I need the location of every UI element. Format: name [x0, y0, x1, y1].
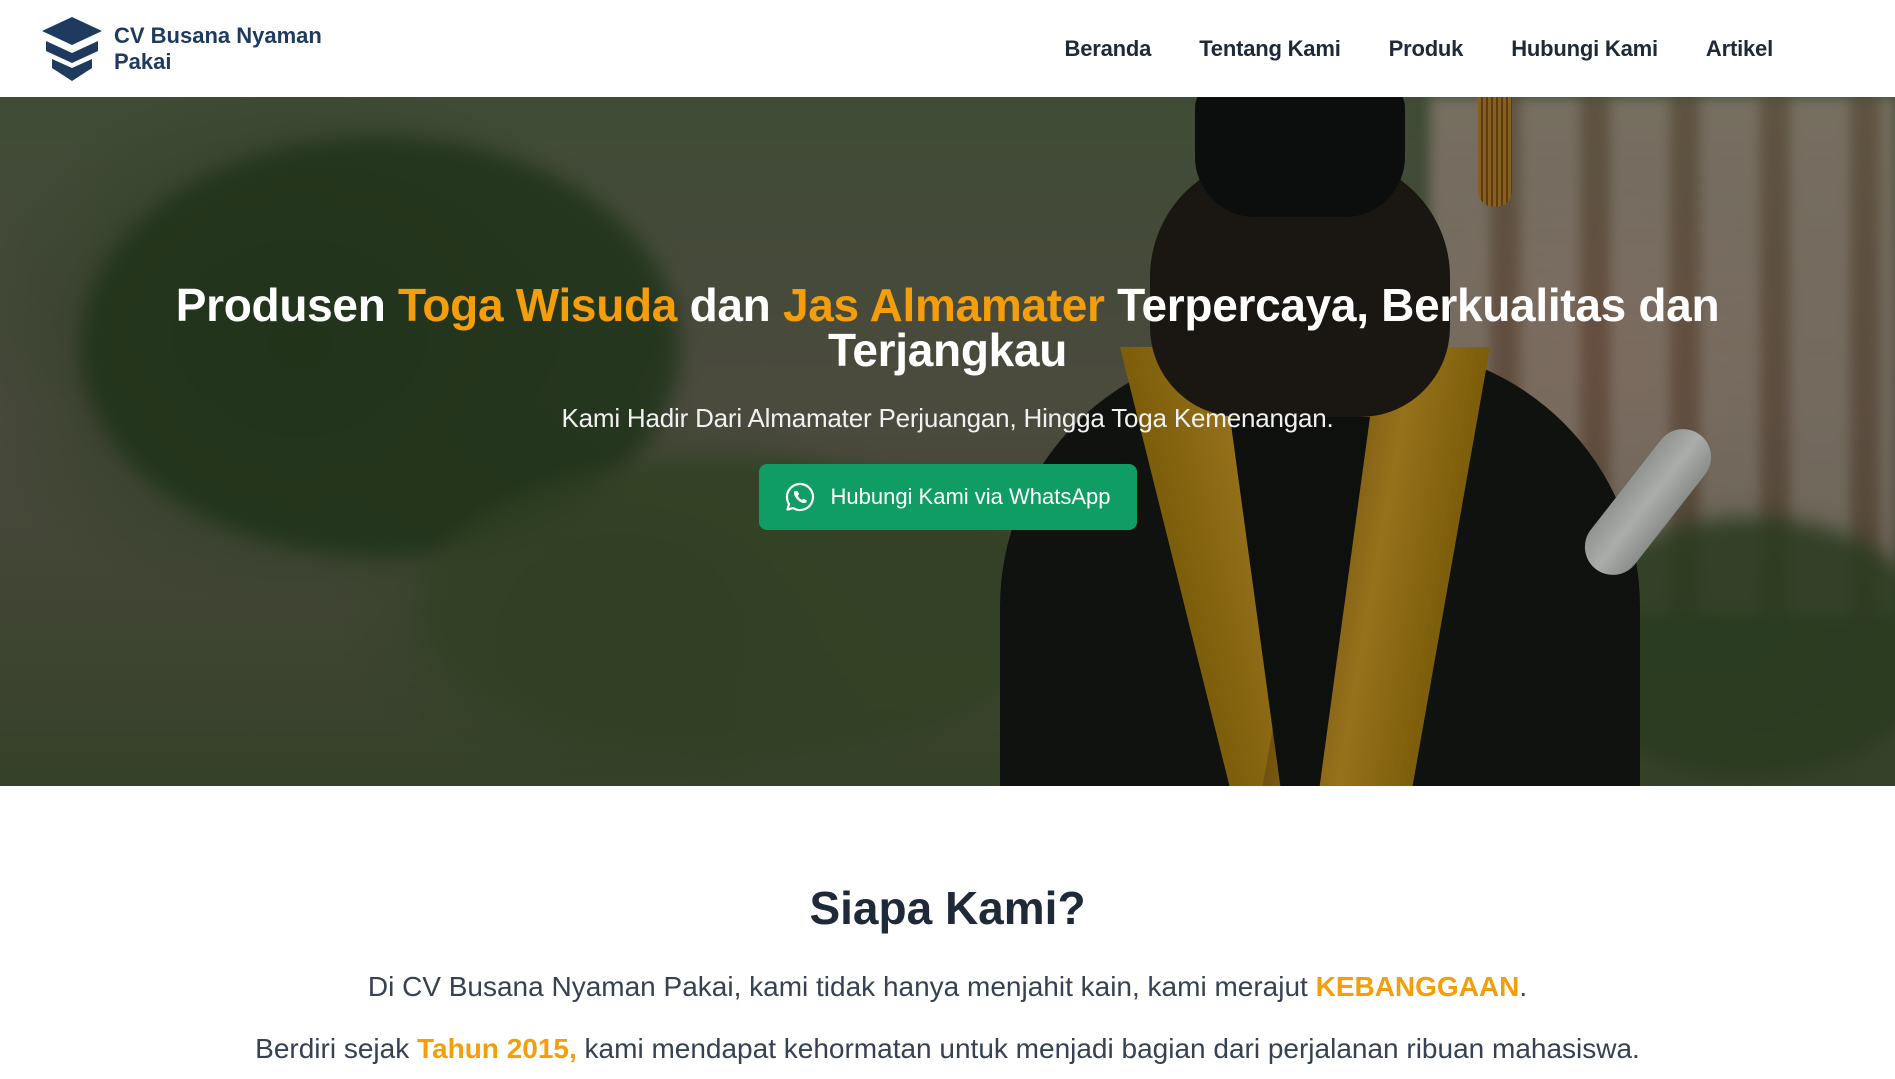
nav-item-hubungi-kami[interactable]: Hubungi Kami: [1511, 36, 1658, 62]
hero-title-part: Produsen: [175, 279, 398, 331]
hero-subtitle: Kami Hadir Dari Almamater Perjuangan, Hi…: [561, 403, 1334, 433]
hero-title-part: dan: [677, 279, 783, 331]
whatsapp-cta-label: Hubungi Kami via WhatsApp: [830, 484, 1111, 509]
about-text: kami mendapat kehormatan untuk menjadi b…: [576, 1033, 1640, 1064]
nav-item-beranda[interactable]: Beranda: [1065, 36, 1152, 62]
about-paragraph-2: Berdiri sejak Tahun 2015, kami mendapat …: [0, 1033, 1895, 1065]
about-highlight-year: Tahun 2015,: [417, 1033, 577, 1064]
hero-title-accent-toga: Toga Wisuda: [397, 279, 678, 331]
about-highlight-kebanggaan: KEBANGGAAN: [1315, 971, 1520, 1002]
nav-item-produk[interactable]: Produk: [1389, 36, 1464, 62]
nav-item-artikel[interactable]: Artikel: [1706, 36, 1773, 62]
hero-title: Produsen Toga Wisuda dan Jas Almamater T…: [168, 282, 1728, 373]
main-nav: Beranda Tentang Kami Produk Hubungi Kami…: [1065, 36, 1774, 62]
about-text: .: [1519, 971, 1528, 1002]
nav-item-tentang-kami[interactable]: Tentang Kami: [1199, 36, 1341, 62]
whatsapp-cta-button[interactable]: Hubungi Kami via WhatsApp: [758, 464, 1137, 530]
about-section: Siapa Kami? Di CV Busana Nyaman Pakai, k…: [0, 786, 1895, 1079]
whatsapp-icon: [786, 482, 815, 512]
hero-section: Produsen Toga Wisuda dan Jas Almamater T…: [0, 97, 1895, 786]
about-paragraph-1: Di CV Busana Nyaman Pakai, kami tidak ha…: [0, 971, 1895, 1003]
site-header: CV Busana Nyaman Pakai Beranda Tentang K…: [0, 0, 1895, 97]
brand-name: CV Busana Nyaman Pakai: [114, 22, 322, 74]
hero-content: Produsen Toga Wisuda dan Jas Almamater T…: [0, 97, 1895, 786]
stacked-chevron-logo-icon: [42, 16, 102, 81]
brand[interactable]: CV Busana Nyaman Pakai: [40, 15, 344, 83]
about-text: Berdiri sejak: [255, 1033, 417, 1064]
about-title: Siapa Kami?: [809, 882, 1086, 934]
about-text: Di CV Busana Nyaman Pakai, kami tidak ha…: [367, 971, 1316, 1002]
